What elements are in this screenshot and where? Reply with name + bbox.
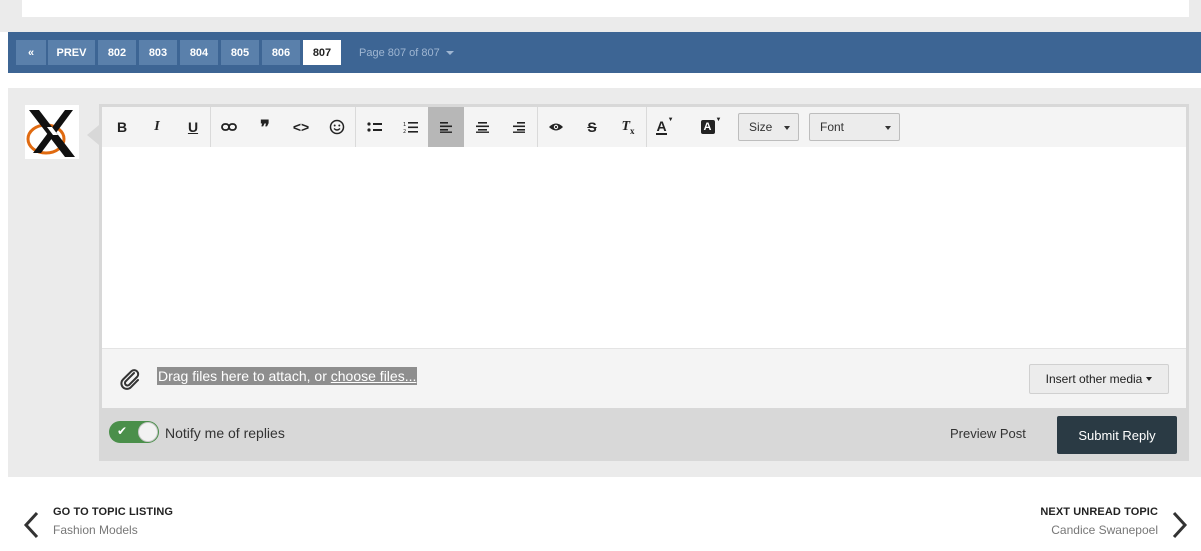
page-806-button[interactable]: 806 xyxy=(262,40,300,65)
chevron-right-icon xyxy=(1172,511,1188,539)
link-icon xyxy=(221,123,237,131)
font-family-label: Font xyxy=(820,120,845,134)
paperclip-icon xyxy=(120,369,140,390)
eye-icon xyxy=(549,123,563,131)
check-icon: ✔ xyxy=(117,424,128,438)
insert-media-label: Insert other media xyxy=(1045,372,1143,386)
background-color-icon: A xyxy=(700,120,715,134)
page-802-button[interactable]: 802 xyxy=(98,40,136,65)
page-807-button[interactable]: 807 xyxy=(303,40,341,65)
page-info-label: Page 807 of 807 xyxy=(359,46,440,59)
next-unread-topic-link[interactable]: NEXT UNREAD TOPIC Candice Swanepoel xyxy=(1040,506,1189,539)
font-size-label: Size xyxy=(749,120,773,134)
code-button[interactable]: <> xyxy=(283,107,319,147)
remove-format-icon: Tx xyxy=(621,118,635,136)
numbered-list-button[interactable]: 12 xyxy=(392,107,428,147)
quote-button[interactable]: ❞ xyxy=(247,107,283,147)
avatar-pointer xyxy=(87,125,99,145)
go-to-topic-listing-link[interactable]: GO TO TOPIC LISTING Fashion Models xyxy=(22,506,174,539)
link-button[interactable] xyxy=(211,107,247,147)
align-left-icon xyxy=(439,122,452,133)
reply-area: B I U ❞ <> 12 S Tx A ▼ A ▼ Size Font Dra… xyxy=(8,88,1201,477)
caret-down-icon xyxy=(885,126,891,130)
align-center-button[interactable] xyxy=(464,107,500,147)
prev-nav-title: GO TO TOPIC LISTING xyxy=(53,506,174,518)
choose-files-link[interactable]: choose files... xyxy=(331,368,417,384)
attach-instructions: Drag files here to attach, or choose fil… xyxy=(157,367,418,385)
notify-toggle[interactable]: ✔ xyxy=(109,421,159,443)
pagination-bar: « PREV 802 803 804 805 806 807 Page 807 … xyxy=(8,32,1201,73)
svg-text:1: 1 xyxy=(403,122,406,128)
first-page-button[interactable]: « xyxy=(16,40,46,65)
next-nav-title: NEXT UNREAD TOPIC xyxy=(1040,506,1158,518)
caret-down-icon: ▼ xyxy=(667,117,674,123)
align-center-icon xyxy=(475,122,489,133)
insert-media-button[interactable]: Insert other media xyxy=(1029,364,1169,394)
quote-icon: ❞ xyxy=(260,116,270,138)
prev-page-button[interactable]: PREV xyxy=(48,40,95,65)
text-color-icon: A xyxy=(656,118,667,135)
svg-text:2: 2 xyxy=(403,129,406,134)
caret-down-icon: ▼ xyxy=(715,117,722,123)
underline-button[interactable]: U xyxy=(175,107,211,147)
align-right-icon xyxy=(512,122,525,133)
caret-down-icon xyxy=(445,50,454,55)
previous-post-bottom xyxy=(22,0,1189,17)
editor-toolbar: B I U ❞ <> 12 S Tx A ▼ A ▼ Size Font xyxy=(102,107,1186,147)
previous-post-strip xyxy=(0,0,1201,32)
code-icon: <> xyxy=(292,119,310,135)
reply-editor: B I U ❞ <> 12 S Tx A ▼ A ▼ Size Font Dra… xyxy=(99,104,1189,461)
background-color-button[interactable]: A ▼ xyxy=(693,107,729,147)
caret-down-icon xyxy=(1146,377,1153,381)
align-right-button[interactable] xyxy=(500,107,536,147)
attach-text: Drag files here to attach, or xyxy=(158,368,331,384)
remove-format-button[interactable]: Tx xyxy=(610,107,646,147)
attachment-bar[interactable]: Drag files here to attach, or choose fil… xyxy=(102,348,1186,408)
caret-down-icon xyxy=(784,126,790,130)
x-logo-icon xyxy=(25,105,79,159)
bullet-list-button[interactable] xyxy=(356,107,392,147)
toggle-knob xyxy=(138,422,158,442)
strikethrough-icon: S xyxy=(587,119,597,135)
numbered-list-icon: 12 xyxy=(403,121,418,134)
avatar xyxy=(25,105,79,159)
editor-content-area[interactable] xyxy=(102,147,1186,348)
page-jump-dropdown[interactable]: Page 807 of 807 xyxy=(359,40,454,65)
page-805-button[interactable]: 805 xyxy=(221,40,259,65)
smiley-icon xyxy=(329,119,345,135)
text-color-button[interactable]: A ▼ xyxy=(647,107,683,147)
strikethrough-button[interactable]: S xyxy=(574,107,610,147)
editor-inner: B I U ❞ <> 12 S Tx A ▼ A ▼ Size Font Dra… xyxy=(102,107,1186,408)
reply-footer: ✔ Notify me of replies Preview Post Subm… xyxy=(99,408,1189,461)
bullet-list-icon xyxy=(366,122,382,132)
bold-button[interactable]: B xyxy=(104,107,140,147)
notify-label: Notify me of replies xyxy=(165,425,285,441)
align-left-button[interactable] xyxy=(428,107,464,147)
preview-post-button[interactable]: Preview Post xyxy=(950,426,1026,441)
preview-toggle-button[interactable] xyxy=(538,107,574,147)
page-803-button[interactable]: 803 xyxy=(139,40,177,65)
font-family-select[interactable]: Font xyxy=(809,113,900,141)
emoji-button[interactable] xyxy=(319,107,355,147)
page-804-button[interactable]: 804 xyxy=(180,40,218,65)
font-size-select[interactable]: Size xyxy=(738,113,799,141)
prev-nav-subtitle: Fashion Models xyxy=(53,523,138,537)
chevron-left-icon xyxy=(23,511,39,539)
next-nav-subtitle: Candice Swanepoel xyxy=(1051,523,1158,537)
submit-reply-button[interactable]: Submit Reply xyxy=(1057,416,1177,454)
italic-button[interactable]: I xyxy=(139,107,175,147)
